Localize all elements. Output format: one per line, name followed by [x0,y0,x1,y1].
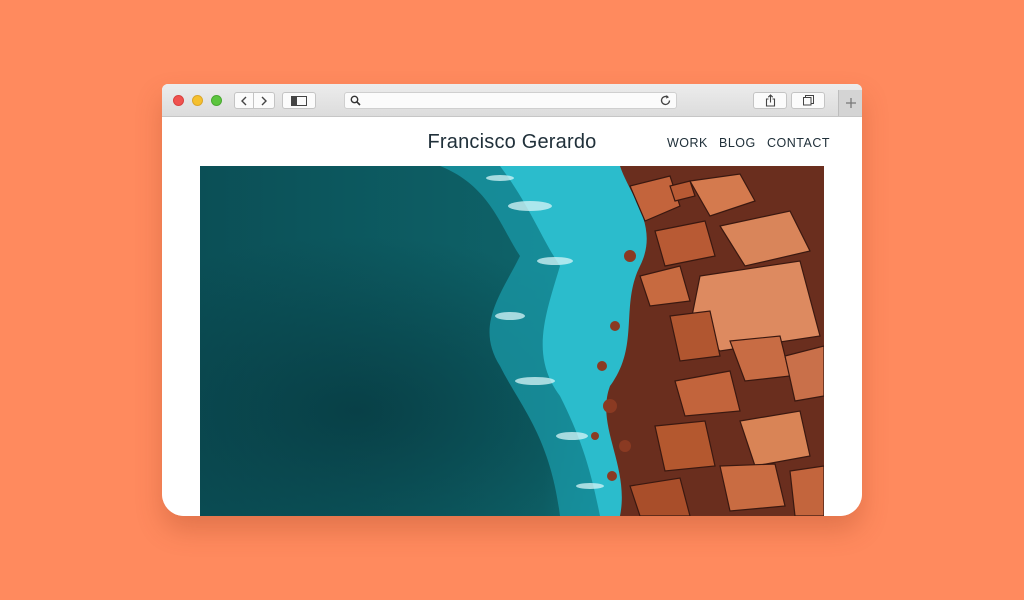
share-icon [765,94,775,107]
minimize-window-button[interactable] [192,95,203,106]
chevron-right-icon [261,96,267,105]
hero-image [200,166,824,516]
share-button[interactable] [753,92,787,109]
sidebar-icon [291,95,307,106]
address-bar[interactable] [344,92,677,109]
browser-window: Francisco Gerardo WORK BLOG CONTACT [162,84,862,516]
tabs-icon [802,95,814,106]
plus-icon [845,98,856,108]
web-page: Francisco Gerardo WORK BLOG CONTACT [162,117,862,516]
magnifier-icon [350,95,361,106]
browser-toolbar [162,84,862,117]
chevron-left-icon [241,96,247,105]
reload-icon[interactable] [659,94,672,107]
show-tabs-button[interactable] [791,92,825,109]
aerial-ocean-rocks-photo [200,166,824,516]
new-tab-button[interactable] [838,90,862,116]
back-button[interactable] [234,92,254,109]
nav-link-work[interactable]: WORK [667,136,708,150]
forward-button[interactable] [254,92,275,109]
sidebar-toggle-button[interactable] [282,92,316,109]
close-window-button[interactable] [173,95,184,106]
nav-link-contact[interactable]: CONTACT [767,136,830,150]
maximize-window-button[interactable] [211,95,222,106]
nav-link-blog[interactable]: BLOG [719,136,756,150]
site-title[interactable]: Francisco Gerardo [392,131,632,154]
